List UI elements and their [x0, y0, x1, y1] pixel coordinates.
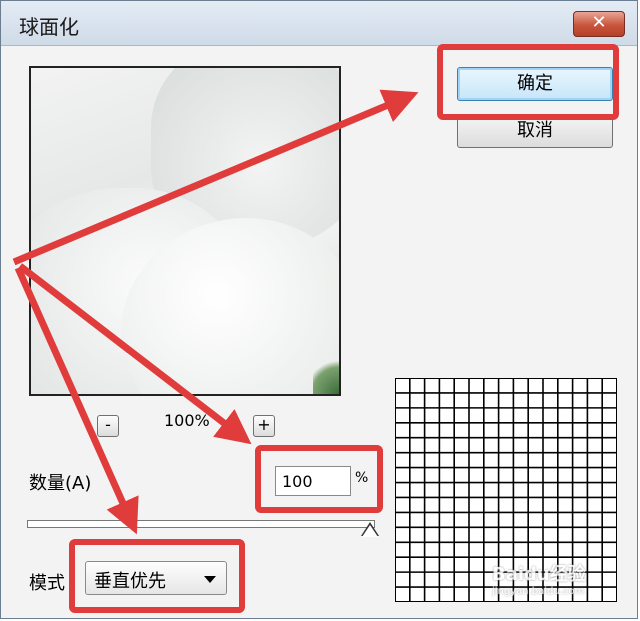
preview-foliage: [313, 358, 339, 394]
chevron-down-icon: [204, 576, 216, 583]
amount-slider[interactable]: [27, 520, 375, 528]
spherize-dialog: 球面化 ✕ - 100% + 数量(A) % 模式 垂直优先 确定 取消: [0, 0, 638, 619]
close-button[interactable]: ✕: [573, 11, 625, 37]
mode-label: 模式: [29, 573, 65, 594]
zoom-in-button[interactable]: +: [253, 415, 275, 437]
amount-slider-thumb-fill: [362, 525, 378, 537]
window-title: 球面化: [19, 15, 79, 39]
mode-selected-value: 垂直优先: [94, 571, 166, 592]
title-bar: 球面化 ✕: [1, 1, 637, 46]
watermark: Baidu经验 jingyan.baidu.com: [492, 560, 586, 597]
watermark-text: Baidu经验: [492, 564, 586, 585]
preview-image[interactable]: [29, 66, 341, 396]
amount-label: 数量(A): [29, 473, 92, 494]
mode-select[interactable]: 垂直优先: [85, 561, 227, 595]
zoom-level: 100%: [164, 411, 210, 430]
close-icon: ✕: [591, 12, 607, 33]
ok-button[interactable]: 确定: [457, 67, 613, 101]
zoom-out-button[interactable]: -: [97, 415, 119, 437]
amount-unit: %: [355, 470, 369, 486]
cancel-button[interactable]: 取消: [457, 114, 613, 148]
amount-input[interactable]: [275, 466, 351, 496]
watermark-url: jingyan.baidu.com: [492, 586, 585, 597]
dialog-content: - 100% + 数量(A) % 模式 垂直优先 确定 取消: [1, 46, 637, 618]
